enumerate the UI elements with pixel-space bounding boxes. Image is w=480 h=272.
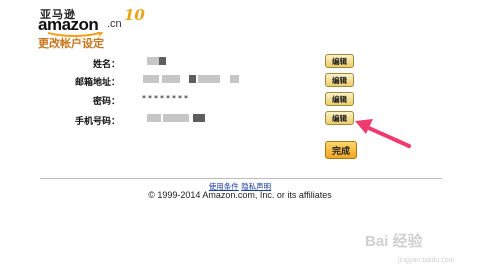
footer-divider xyxy=(40,178,442,179)
baidu-watermark: Bai 经验 xyxy=(365,233,423,250)
copyright-text: © 1999-2014 Amazon.com, Inc. or its affi… xyxy=(148,190,332,200)
baidu-watermark-url: jingyan.baidu.com xyxy=(398,257,455,264)
